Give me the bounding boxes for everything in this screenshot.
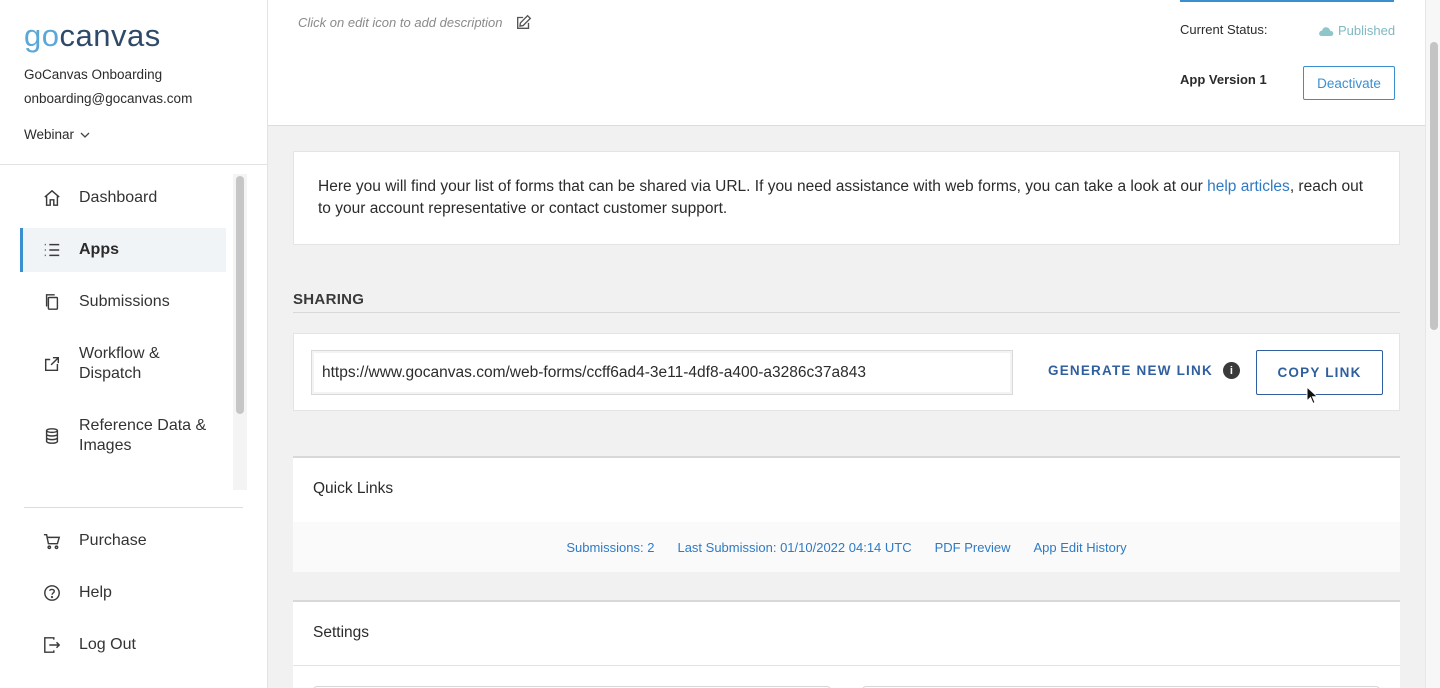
pdf-preview-link[interactable]: PDF Preview bbox=[935, 540, 1011, 555]
last-submission-link[interactable]: Last Submission: 01/10/2022 04:14 UTC bbox=[677, 540, 911, 555]
web-forms-info: Here you will find your list of forms th… bbox=[293, 151, 1400, 245]
logo-go-text: go bbox=[24, 18, 60, 53]
app-version: App Version 1 bbox=[1180, 72, 1267, 87]
database-icon bbox=[41, 425, 63, 447]
app-header: Click on edit icon to add description Cu… bbox=[268, 0, 1425, 126]
sidebar-item-label: Purchase bbox=[79, 532, 147, 549]
mouse-cursor-icon bbox=[1306, 386, 1319, 405]
info-text-before: Here you will find your list of forms th… bbox=[318, 178, 1208, 195]
workspace-select[interactable]: Webinar bbox=[24, 127, 90, 142]
quick-links-title: Quick Links bbox=[313, 480, 394, 497]
sidebar-item-label: Apps bbox=[79, 241, 119, 258]
sidebar-item-label: Submissions bbox=[79, 293, 170, 310]
quick-links-panel: Quick Links Submissions: 2 Last Submissi… bbox=[293, 456, 1400, 572]
sharing-panel: GENERATE NEW LINK i COPY LINK bbox=[293, 333, 1400, 411]
org-email: onboarding@gocanvas.com bbox=[24, 91, 193, 106]
submissions-count-link[interactable]: Submissions: 2 bbox=[566, 540, 654, 555]
sidebar-item-label: Reference Data & Images bbox=[79, 417, 207, 454]
main-scrollbar[interactable] bbox=[1425, 0, 1440, 688]
sidebar-scrollbar[interactable] bbox=[233, 174, 247, 490]
sidebar-item-label: Workflow & Dispatch bbox=[79, 345, 160, 382]
workspace-label: Webinar bbox=[24, 127, 75, 142]
sidebar-scroll-thumb[interactable] bbox=[236, 176, 244, 414]
sidebar-item-workflow[interactable]: Workflow & Dispatch bbox=[20, 332, 226, 396]
sidebar-divider bbox=[0, 164, 267, 165]
header-accent-line bbox=[1180, 0, 1394, 2]
logo-canvas-text: canvas bbox=[59, 18, 161, 53]
main-scroll-thumb[interactable] bbox=[1430, 42, 1438, 330]
share-icon bbox=[41, 353, 63, 375]
sidebar-item-dashboard[interactable]: Dashboard bbox=[20, 176, 226, 220]
sidebar-item-logout[interactable]: Log Out bbox=[20, 623, 226, 667]
generate-new-link-label: GENERATE NEW LINK bbox=[1048, 363, 1213, 378]
home-icon bbox=[41, 187, 63, 209]
sidebar-item-apps[interactable]: Apps bbox=[20, 228, 226, 272]
description-hint-text: Click on edit icon to add description bbox=[298, 14, 503, 30]
sidebar-item-label: Log Out bbox=[79, 636, 136, 653]
sidebar-nav: Dashboard Apps Submissions Workflow & Di… bbox=[20, 176, 226, 476]
cloud-icon bbox=[1319, 26, 1334, 36]
sidebar-item-label: Dashboard bbox=[79, 189, 158, 206]
sharing-title: SHARING bbox=[293, 291, 365, 308]
sidebar-item-submissions[interactable]: Submissions bbox=[20, 280, 226, 324]
help-articles-link[interactable]: help articles bbox=[1207, 178, 1290, 195]
status-published: Published bbox=[1338, 23, 1396, 38]
quick-links-row: Submissions: 2 Last Submission: 01/10/20… bbox=[293, 522, 1400, 572]
list-icon bbox=[41, 239, 63, 261]
settings-divider bbox=[293, 665, 1400, 666]
app-edit-history-link[interactable]: App Edit History bbox=[1033, 540, 1126, 555]
info-icon[interactable]: i bbox=[1222, 362, 1240, 379]
copy-icon bbox=[41, 291, 63, 313]
status-label: Current Status: bbox=[1180, 22, 1268, 37]
sidebar-divider-bottom bbox=[24, 507, 243, 508]
deactivate-button[interactable]: Deactivate bbox=[1303, 66, 1395, 100]
org-name: GoCanvas Onboarding bbox=[24, 67, 163, 82]
sidebar: gocanvas GoCanvas Onboarding onboarding@… bbox=[0, 0, 268, 688]
gocanvas-logo[interactable]: gocanvas bbox=[24, 18, 161, 54]
settings-title: Settings bbox=[313, 624, 370, 641]
help-icon bbox=[41, 582, 63, 604]
share-url-field[interactable] bbox=[311, 350, 1013, 395]
sidebar-item-label: Help bbox=[79, 584, 112, 601]
edit-icon[interactable] bbox=[515, 13, 533, 31]
sharing-divider bbox=[293, 312, 1400, 313]
sidebar-nav-bottom: Purchase Help Log Out bbox=[20, 519, 226, 675]
sidebar-item-help[interactable]: Help bbox=[20, 571, 226, 615]
logout-icon bbox=[41, 634, 63, 656]
sidebar-item-reference-data[interactable]: Reference Data & Images bbox=[20, 404, 226, 468]
description-hint: Click on edit icon to add description bbox=[298, 13, 533, 31]
generate-new-link-button[interactable]: GENERATE NEW LINK i bbox=[1048, 362, 1240, 379]
settings-panel: Settings bbox=[293, 600, 1400, 688]
status-value: Published bbox=[1318, 23, 1395, 38]
chevron-down-icon bbox=[80, 132, 90, 138]
cart-icon bbox=[41, 530, 63, 552]
sidebar-item-purchase[interactable]: Purchase bbox=[20, 519, 226, 563]
